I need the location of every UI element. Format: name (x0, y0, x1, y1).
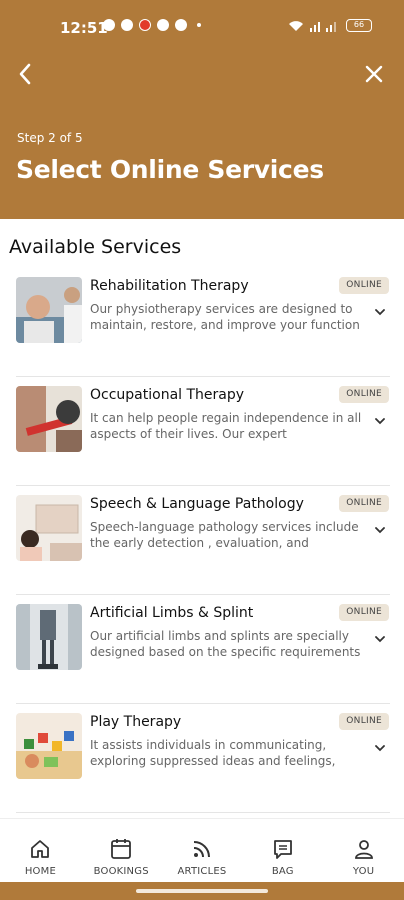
bottom-navigation: HOME BOOKINGS ARTICLES BAG YOU (0, 818, 404, 882)
nav-bag[interactable]: BAG (242, 819, 323, 882)
online-badge: ONLINE (339, 495, 389, 512)
home-icon (27, 836, 53, 862)
online-badge: ONLINE (339, 277, 389, 294)
services-list: Rehabilitation Therapy Our physiotherapy… (16, 268, 390, 813)
service-item-play-therapy[interactable]: Play Therapy It assists individuals in c… (16, 704, 390, 813)
nav-label: HOME (24, 866, 56, 877)
whatsapp-icon (121, 19, 133, 31)
calendar-icon (108, 836, 134, 862)
online-badge: ONLINE (339, 386, 389, 403)
online-badge: ONLINE (339, 713, 389, 730)
back-arrow-icon[interactable] (12, 60, 40, 88)
chevron-down-icon[interactable] (373, 632, 387, 646)
nav-label: YOU (352, 866, 375, 877)
snapchat-icon (103, 19, 115, 31)
signal-icon (310, 21, 336, 32)
chevron-down-icon[interactable] (373, 414, 387, 428)
battery-indicator: 66 (346, 19, 372, 32)
jio-icon (139, 19, 151, 31)
nav-label: BAG (271, 866, 294, 877)
system-home-bar (0, 882, 404, 900)
nav-articles[interactable]: ARTICLES (162, 819, 243, 882)
step-indicator: Step 2 of 5 (17, 131, 83, 145)
facebook-icon (157, 19, 169, 31)
service-description: It can help people regain independence i… (90, 411, 362, 441)
service-title: Occupational Therapy (90, 387, 245, 403)
service-thumbnail (16, 713, 82, 779)
rss-icon (189, 836, 215, 862)
service-thumbnail (16, 604, 82, 670)
status-bar: 12:51 66 (0, 0, 404, 56)
notification-icons (103, 19, 201, 31)
status-time: 12:51 (60, 19, 108, 37)
nav-label: ARTICLES (177, 866, 227, 877)
header: 12:51 66 Step 2 of 5 Select Online Servi… (0, 0, 404, 219)
service-title: Artificial Limbs & Splint (90, 605, 254, 621)
wifi-icon (289, 20, 303, 31)
service-thumbnail (16, 386, 82, 452)
app-icon (175, 19, 187, 31)
nav-home[interactable]: HOME (0, 819, 81, 882)
user-icon (351, 836, 377, 862)
page-title: Select Online Services (16, 155, 324, 184)
home-indicator[interactable] (136, 889, 268, 893)
online-badge: ONLINE (339, 604, 389, 621)
service-description: Our physiotherapy services are designed … (90, 302, 360, 332)
nav-label: BOOKINGS (93, 866, 149, 877)
chevron-down-icon[interactable] (373, 523, 387, 537)
close-icon[interactable] (362, 62, 386, 86)
service-item-speech[interactable]: Speech & Language Pathology Speech-langu… (16, 486, 390, 595)
service-description: It assists individuals in communicating,… (90, 738, 336, 768)
system-icons: 66 (288, 19, 372, 32)
nav-you[interactable]: YOU (323, 819, 404, 882)
service-description: Our artificial limbs and splints are spe… (90, 629, 361, 659)
service-item-artificial-limbs[interactable]: Artificial Limbs & Splint Our artificial… (16, 595, 390, 704)
chevron-down-icon[interactable] (373, 305, 387, 319)
service-thumbnail (16, 495, 82, 561)
service-description: Speech-language pathology services inclu… (90, 520, 359, 550)
chevron-down-icon[interactable] (373, 741, 387, 755)
service-title: Rehabilitation Therapy (90, 278, 249, 294)
service-title: Play Therapy (90, 714, 182, 730)
more-notifications-dot (197, 23, 201, 27)
service-item-occupational[interactable]: Occupational Therapy It can help people … (16, 377, 390, 486)
service-thumbnail (16, 277, 82, 343)
service-title: Speech & Language Pathology (90, 496, 304, 512)
section-title: Available Services (9, 236, 182, 258)
service-item-rehabilitation[interactable]: Rehabilitation Therapy Our physiotherapy… (16, 268, 390, 377)
nav-bookings[interactable]: BOOKINGS (81, 819, 162, 882)
bag-icon (270, 836, 296, 862)
